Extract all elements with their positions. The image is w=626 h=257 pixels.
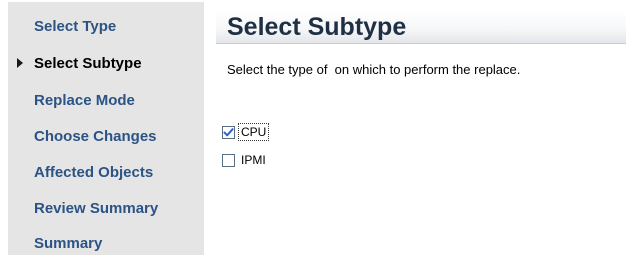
ipmi-option-label[interactable]: IPMI xyxy=(238,151,269,169)
subtype-option-ipmi[interactable]: IPMI xyxy=(222,151,269,169)
step-label: Review Summary xyxy=(34,199,159,217)
step-choose-changes[interactable]: Choose Changes xyxy=(8,124,204,148)
instructions-text: Select the type of on which to perform t… xyxy=(227,62,521,77)
step-label: Summary xyxy=(34,234,103,252)
step-review-summary[interactable]: Review Summary xyxy=(8,196,204,220)
checkmark-icon xyxy=(223,127,234,136)
step-label: Choose Changes xyxy=(34,127,157,145)
cpu-checkbox[interactable] xyxy=(222,125,235,139)
current-step-arrow-icon xyxy=(17,58,23,68)
step-label: Select Subtype xyxy=(34,54,142,72)
step-label: Select Type xyxy=(34,17,117,35)
step-select-type[interactable]: Select Type xyxy=(8,14,204,38)
step-label: Replace Mode xyxy=(34,91,135,109)
step-affected-objects[interactable]: Affected Objects xyxy=(8,160,204,184)
step-select-subtype[interactable]: Select Subtype xyxy=(8,51,204,75)
ipmi-checkbox[interactable] xyxy=(222,153,235,167)
subtype-option-cpu[interactable]: CPU xyxy=(222,123,270,141)
step-summary[interactable]: Summary xyxy=(8,231,204,255)
replace-wizard: Select Type Select Subtype Replace Mode … xyxy=(0,0,626,257)
step-replace-mode[interactable]: Replace Mode xyxy=(8,88,204,112)
page-title: Select Subtype xyxy=(216,11,626,44)
step-label: Affected Objects xyxy=(34,163,154,181)
wizard-steps-sidebar: Select Type Select Subtype Replace Mode … xyxy=(8,2,204,255)
cpu-option-label[interactable]: CPU xyxy=(238,123,270,141)
